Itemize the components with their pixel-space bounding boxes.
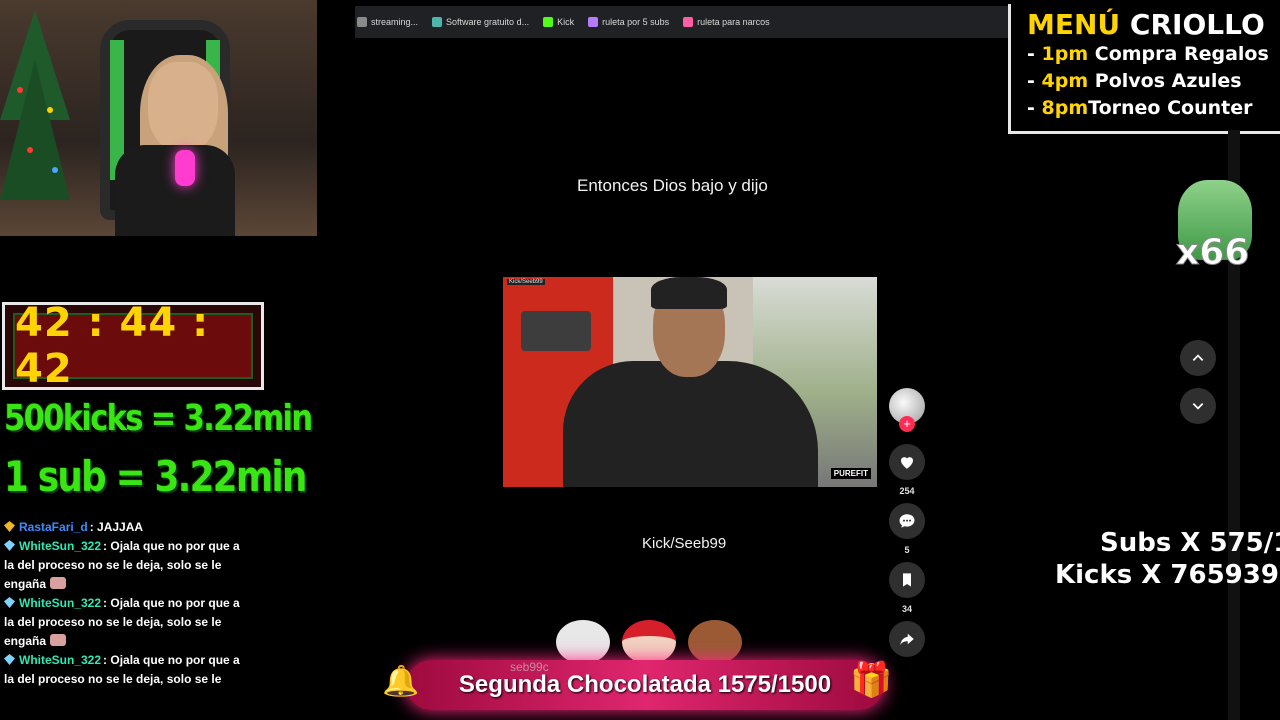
kicks-rule-text: 500kicks = 3.22min xyxy=(4,398,313,439)
save-button[interactable] xyxy=(889,562,925,598)
reindeer-face-icon xyxy=(688,620,742,664)
chat-username[interactable]: WhiteSun_322 xyxy=(19,596,101,610)
gift-icon: 🎁 xyxy=(850,661,893,699)
chat-panel: RastaFari_d: JAJJAA WhiteSun_322: Ojala q… xyxy=(0,518,240,720)
timer-value: 42 : 44 : 42 xyxy=(13,300,253,392)
wheel-icon xyxy=(683,17,694,27)
chat-username[interactable]: RastaFari_d xyxy=(19,520,88,534)
video-player[interactable]: Kick/Seeb99 PUREFIT xyxy=(503,277,877,487)
kicks-counter: Kicks X 765939 xyxy=(1055,560,1279,590)
comment-button[interactable] xyxy=(889,503,925,539)
menu-item: - 4pm Polvos Azules xyxy=(1027,70,1242,92)
schedule-menu: MENÚ CRIOLLO - 1pm Compra Regalos - 4pm P… xyxy=(1008,4,1280,134)
chat-emote-icon xyxy=(50,634,67,646)
chat-username[interactable]: WhiteSun_322 xyxy=(19,539,101,553)
menu-title: MENÚ CRIOLLO xyxy=(1027,8,1265,41)
christmas-characters xyxy=(556,604,746,664)
bookmark-item[interactable]: Software gratuito d... xyxy=(432,17,529,27)
sub-rule-text: 1 sub = 3.22min xyxy=(4,452,307,501)
frog-emote-badge: x66 xyxy=(1172,180,1258,275)
bookmark-label: Kick xyxy=(557,17,575,27)
chat-badge-icon xyxy=(4,521,15,532)
goal-label: Segunda Chocolatada 1575/1500 xyxy=(458,671,832,698)
chat-message: RastaFari_d: JAJJAA xyxy=(0,518,240,537)
bookmark-item[interactable]: streaming... xyxy=(357,17,418,27)
streamer-face xyxy=(148,62,218,152)
bookmark-folder-icon xyxy=(357,17,367,27)
chat-message: WhiteSun_322: Ojala que no por que a la … xyxy=(0,651,240,689)
goal-banner-ghost-text: seb99c xyxy=(510,660,549,674)
previous-video-button[interactable] xyxy=(1180,340,1216,376)
menu-item: - 8pmTorneo Counter xyxy=(1027,97,1253,119)
frog-count: x66 xyxy=(1175,232,1250,274)
chat-emote-icon xyxy=(50,577,67,589)
menu-item-time: 1pm xyxy=(1041,43,1089,65)
bookmark-label: ruleta por 5 subs xyxy=(602,17,670,27)
video-handle-tag: Kick/Seeb99 xyxy=(507,279,545,285)
menu-item-label: Torneo Counter xyxy=(1088,97,1253,119)
like-count: 254 xyxy=(899,486,915,496)
follow-button[interactable]: + xyxy=(899,416,915,432)
save-count: 34 xyxy=(901,604,912,614)
bookmark-item[interactable]: ruleta para narcos xyxy=(683,17,770,27)
chat-message: WhiteSun_322: Ojala que no por que a la … xyxy=(0,537,240,594)
video-watermark: PUREFIT xyxy=(830,468,871,479)
webcam-feed xyxy=(0,0,317,236)
bookmark-icon xyxy=(903,573,911,587)
kick-logo-icon xyxy=(543,17,554,27)
share-icon xyxy=(900,633,914,645)
share-button[interactable] xyxy=(889,621,925,657)
menu-item-time: 4pm xyxy=(1041,70,1089,92)
chat-badge-icon xyxy=(4,597,15,608)
comment-count: 5 xyxy=(904,545,910,555)
chat-message: WhiteSun_322: Ojala que no por que a la … xyxy=(0,594,240,651)
bookmark-label: ruleta para narcos xyxy=(697,17,770,27)
chat-text: : JAJJAA xyxy=(89,520,144,534)
menu-item-time: 8pm xyxy=(1041,97,1089,119)
bookmark-label: streaming... xyxy=(371,17,419,27)
creator-handle[interactable]: Kick/Seeb99 xyxy=(642,535,726,552)
santa-face-icon xyxy=(622,620,676,664)
like-button[interactable] xyxy=(889,444,925,480)
comment-icon xyxy=(899,514,915,528)
christmas-tree-icon xyxy=(0,10,70,200)
bell-icon: 🔔 xyxy=(382,665,420,698)
menu-item-label: Polvos Azules xyxy=(1094,70,1242,92)
bookmark-item[interactable]: Kick xyxy=(543,17,574,27)
subathon-timer: 42 : 44 : 42 xyxy=(2,300,264,392)
video-caption: Entonces Dios bajo y dijo xyxy=(577,176,768,195)
bookmark-item[interactable]: ruleta por 5 subs xyxy=(588,17,669,27)
donation-goal-banner: Segunda Chocolatada 1575/1500 xyxy=(406,660,884,710)
chat-badge-icon xyxy=(4,654,15,665)
chevron-up-icon xyxy=(1192,354,1204,361)
wheel-icon xyxy=(588,17,599,27)
video-person-body xyxy=(563,361,818,487)
bookmarks-bar: streaming... Software gratuito d... Kick ru… xyxy=(355,6,1010,38)
microphone-icon xyxy=(175,150,195,186)
menu-item: - 1pm Compra Regalos xyxy=(1027,43,1269,65)
next-video-button[interactable] xyxy=(1180,388,1216,424)
bookmark-label: Software gratuito d... xyxy=(446,17,530,27)
chevron-down-icon xyxy=(1192,403,1204,410)
elf-face-icon xyxy=(556,620,610,664)
chat-badge-icon xyxy=(4,540,15,551)
menu-item-label: Compra Regalos xyxy=(1094,43,1269,65)
chat-username[interactable]: WhiteSun_322 xyxy=(19,653,101,667)
heart-icon xyxy=(901,457,913,469)
subs-counter: Subs X 575/1 xyxy=(1100,528,1280,558)
software-site-icon xyxy=(432,17,443,27)
